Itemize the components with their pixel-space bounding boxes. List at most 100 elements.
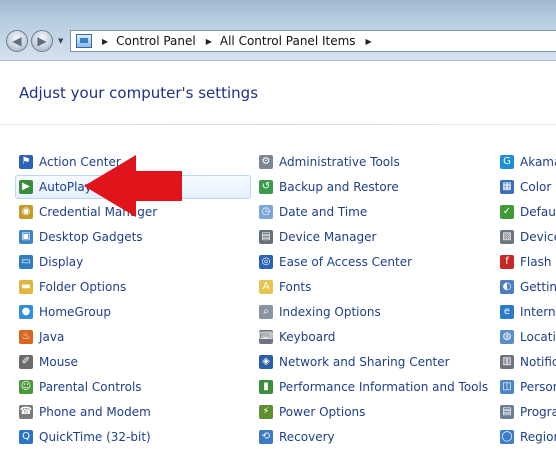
control-panel-icon	[76, 34, 92, 48]
control-panel-item-label[interactable]: Progra	[520, 405, 556, 419]
control-panel-item[interactable]: A Fonts	[259, 274, 488, 299]
control-panel-item[interactable]: ▣ Desktop Gadgets	[19, 224, 157, 249]
control-panel-item[interactable]: ▮ Performance Information and Tools	[259, 374, 488, 399]
control-panel-item[interactable]: ▦ Color M	[500, 174, 556, 199]
control-panel-item[interactable]: ▤ Progra	[500, 399, 556, 424]
control-panel-item[interactable]: ✓ Default	[500, 199, 556, 224]
control-panel-item-label[interactable]: Network and Sharing Center	[279, 355, 450, 369]
clock-icon: ◷	[259, 204, 273, 219]
control-panel-item[interactable]: G Akama	[500, 149, 556, 174]
control-panel-item-label[interactable]: Mouse	[39, 355, 78, 369]
control-panel-item-label[interactable]: Interne	[520, 305, 556, 319]
control-panel-item-label[interactable]: Java	[39, 330, 64, 344]
control-panel-item-label[interactable]: Person	[520, 380, 556, 394]
control-panel-item[interactable]: ⌨ Keyboard	[259, 324, 488, 349]
items-column-2: ⚙ Administrative Tools ↺ Backup and Restore…	[259, 149, 488, 449]
forward-button[interactable]: ▶	[31, 30, 53, 52]
network-icon: ◈	[259, 354, 273, 369]
control-panel-item-label[interactable]: Performance Information and Tools	[279, 380, 488, 394]
red-annotation-arrow-icon	[84, 155, 182, 217]
control-panel-item[interactable]: ✐ Mouse	[19, 349, 157, 374]
control-panel-item[interactable]: ▤ Device Manager	[259, 224, 488, 249]
control-panel-item[interactable]: ▭ Display	[19, 249, 157, 274]
breadcrumb-all-items[interactable]: All Control Panel Items	[220, 34, 356, 48]
control-panel-item[interactable]: ⌕ Indexing Options	[259, 299, 488, 324]
control-panel-item[interactable]: ◈ Network and Sharing Center	[259, 349, 488, 374]
control-panel-item-label[interactable]: Default	[520, 205, 556, 219]
control-panel-item-label[interactable]: Notific	[520, 355, 556, 369]
control-panel-item[interactable]: ⚡ Power Options	[259, 399, 488, 424]
address-bar[interactable]: ▶ Control Panel ▶ All Control Panel Item…	[70, 30, 556, 52]
control-panel-item[interactable]: e Interne	[500, 299, 556, 324]
control-panel-item[interactable]: ↺ Backup and Restore	[259, 174, 488, 199]
control-panel-item-label[interactable]: Date and Time	[279, 205, 367, 219]
control-panel-item-label[interactable]: HomeGroup	[39, 305, 111, 319]
default-programs-icon: ✓	[500, 204, 514, 219]
control-panel-content: Adjust your computer's settings ⚑ Action …	[0, 60, 556, 448]
recent-pages-dropdown-icon[interactable]: ▼	[58, 37, 63, 45]
control-panel-item[interactable]: ◐ Getting	[500, 274, 556, 299]
display-icon: ▭	[19, 254, 33, 269]
chevron-right-icon[interactable]: ▶	[102, 37, 108, 46]
akamai-icon: G	[500, 154, 514, 169]
control-panel-item[interactable]: ♨ Java	[19, 324, 157, 349]
breadcrumb-control-panel[interactable]: Control Panel	[116, 34, 196, 48]
control-panel-item[interactable]: ◷ Date and Time	[259, 199, 488, 224]
control-panel-item[interactable]: ● HomeGroup	[19, 299, 157, 324]
control-panel-item-label[interactable]: Fonts	[279, 280, 311, 294]
control-panel-item-label[interactable]: Power Options	[279, 405, 365, 419]
control-panel-item-label[interactable]: Ease of Access Center	[279, 255, 412, 269]
control-panel-item[interactable]: ▬ Folder Options	[19, 274, 157, 299]
homegroup-icon: ●	[19, 304, 33, 319]
control-panel-item-label[interactable]: QuickTime (32-bit)	[39, 430, 151, 444]
control-panel-item-label[interactable]: Phone and Modem	[39, 405, 151, 419]
getting-started-icon: ◐	[500, 279, 514, 294]
control-panel-item-label[interactable]: Flash P	[520, 255, 556, 269]
control-panel-item[interactable]: f Flash P	[500, 249, 556, 274]
control-panel-item-label[interactable]: Keyboard	[279, 330, 335, 344]
control-panel-item-label[interactable]: Getting	[520, 280, 556, 294]
notification-icon: ▥	[500, 354, 514, 369]
control-panel-item-label[interactable]: Parental Controls	[39, 380, 142, 394]
phone-icon: ☎	[19, 404, 33, 419]
back-button[interactable]: ◀	[6, 30, 28, 52]
indexing-icon: ⌕	[259, 304, 273, 319]
control-panel-item-label[interactable]: Locatio	[520, 330, 556, 344]
control-panel-item-label[interactable]: Recovery	[279, 430, 335, 444]
items-column-3: G Akama ▦ Color M ✓ Default ▧ Devices f Flash P ◐ G…	[500, 149, 556, 449]
control-panel-item[interactable]: ◍ Locatio	[500, 324, 556, 349]
control-panel-item[interactable]: ▧ Devices	[500, 224, 556, 249]
control-panel-item[interactable]: ☎ Phone and Modem	[19, 399, 157, 424]
control-panel-item-label[interactable]: Device Manager	[279, 230, 376, 244]
control-panel-item[interactable]: Q QuickTime (32-bit)	[19, 424, 157, 449]
control-panel-item-label[interactable]: Backup and Restore	[279, 180, 399, 194]
back-arrow-icon: ◀	[12, 34, 22, 48]
control-panel-item[interactable]: ◎ Ease of Access Center	[259, 249, 488, 274]
control-panel-item-label[interactable]: Administrative Tools	[279, 155, 400, 169]
title-bar: ◀ ▶ ▼ ▶ Control Panel ▶ All Control Pane…	[0, 0, 556, 60]
control-panel-item[interactable]: ◫ Person	[500, 374, 556, 399]
autoplay-icon: ▶	[19, 179, 33, 194]
control-panel-item-label[interactable]: Indexing Options	[279, 305, 381, 319]
control-panel-item-label[interactable]: Region	[520, 430, 556, 444]
control-panel-item-label[interactable]: Desktop Gadgets	[39, 230, 143, 244]
devices-icon: ▧	[500, 229, 514, 244]
chevron-right-icon[interactable]: ▶	[206, 37, 212, 46]
control-panel-item-label[interactable]: Display	[39, 255, 83, 269]
control-panel-item[interactable]: ⚙ Administrative Tools	[259, 149, 488, 174]
chevron-right-icon[interactable]: ▶	[366, 37, 372, 46]
mouse-icon: ✐	[19, 354, 33, 369]
power-icon: ⚡	[259, 404, 273, 419]
control-panel-item[interactable]: ▥ Notific	[500, 349, 556, 374]
control-panel-item[interactable]: ◯ Region	[500, 424, 556, 449]
device-manager-icon: ▤	[259, 229, 273, 244]
control-panel-item-label[interactable]: Devices	[520, 230, 556, 244]
backup-icon: ↺	[259, 179, 273, 194]
control-panel-item[interactable]: ☺ Parental Controls	[19, 374, 157, 399]
control-panel-item-label[interactable]: Color M	[520, 180, 556, 194]
forward-arrow-icon: ▶	[37, 34, 47, 48]
control-panel-item[interactable]: ⟲ Recovery	[259, 424, 488, 449]
control-panel-item-label[interactable]: Akama	[520, 155, 556, 169]
quicktime-icon: Q	[19, 429, 33, 444]
control-panel-item-label[interactable]: Folder Options	[39, 280, 126, 294]
